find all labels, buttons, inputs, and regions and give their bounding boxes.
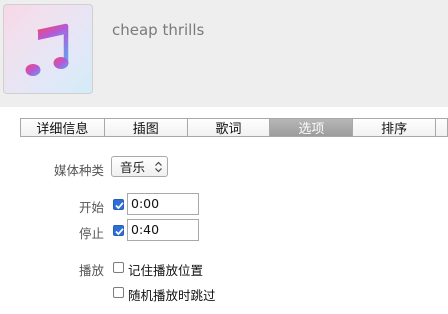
tab-sorting[interactable]: 排序 (353, 119, 437, 137)
music-note-icon (25, 23, 69, 76)
remember-position-checkbox[interactable] (113, 262, 124, 273)
tab-details[interactable]: 详细信息 (21, 119, 105, 137)
tab-lyrics[interactable]: 歌词 (188, 119, 271, 137)
checkmark-icon (115, 202, 124, 210)
start-time-input[interactable]: 0:00 (127, 193, 199, 215)
stop-label: 停止 (78, 226, 104, 241)
start-checkbox[interactable] (113, 199, 124, 210)
album-artwork[interactable] (3, 4, 93, 94)
media-kind-label: 媒体种类 (53, 163, 104, 178)
tab-file[interactable] (436, 119, 448, 136)
stop-checkbox[interactable] (113, 225, 124, 236)
start-label: 开始 (78, 200, 104, 215)
song-title: cheap thrills (112, 21, 205, 39)
chevron-updown-icon (155, 161, 162, 173)
skip-shuffle-checkbox[interactable] (113, 287, 124, 298)
media-kind-select[interactable]: 音乐 (111, 156, 168, 177)
tab-options[interactable]: 选项 (270, 119, 354, 137)
skip-shuffle-label: 随机播放时跳过 (128, 288, 216, 303)
tab-artwork[interactable]: 插图 (105, 119, 188, 137)
playback-label: 播放 (78, 263, 104, 278)
remember-position-label: 记住播放位置 (128, 263, 204, 278)
stop-time-input[interactable]: 0:40 (127, 219, 199, 241)
inspector-tabs: 详细信息 插图 歌词 选项 排序 (20, 118, 448, 137)
song-header: cheap thrills (0, 0, 448, 107)
checkmark-icon (115, 228, 124, 236)
media-kind-value: 音乐 (120, 160, 146, 175)
